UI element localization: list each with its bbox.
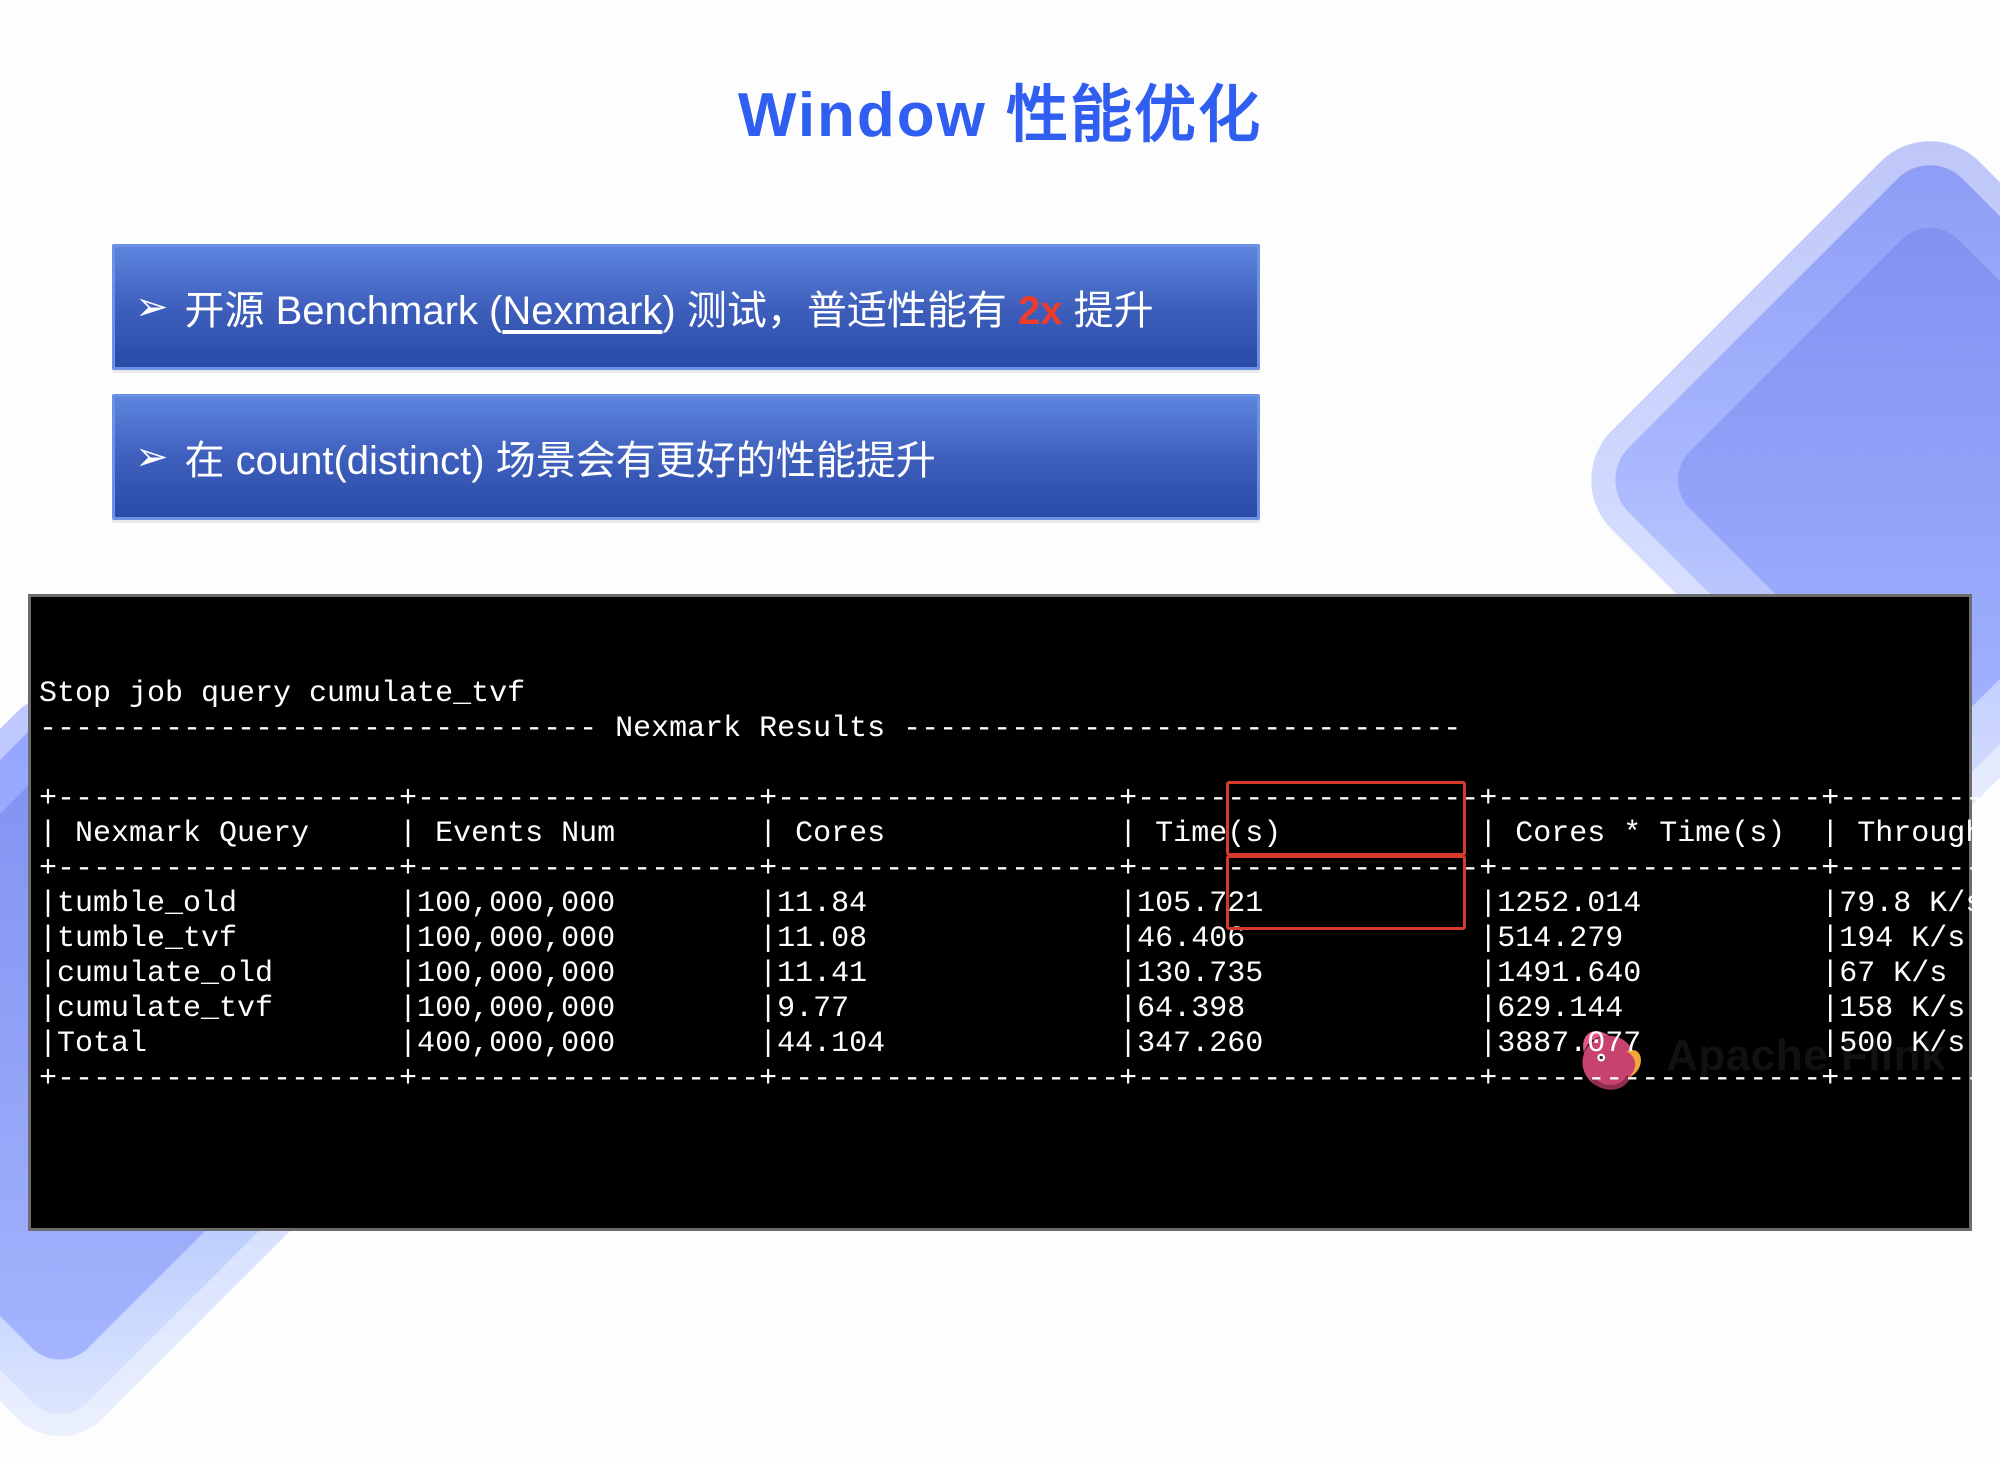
bullet1-post-a: ) 测试，普适性能有 bbox=[662, 289, 1018, 333]
bullet-arrow-icon: ➢ bbox=[135, 284, 169, 330]
terminal-text: Stop job query cumulate_tvf ------------… bbox=[39, 677, 1961, 1097]
bullet1-pre: 开源 Benchmark ( bbox=[185, 289, 503, 333]
bullet-text-2: 在 count(distinct) 场景会有更好的性能提升 bbox=[185, 428, 936, 486]
terminal-output: Stop job query cumulate_tvf ------------… bbox=[28, 594, 1972, 1231]
bullet-item-1: ➢ 开源 Benchmark (Nexmark) 测试，普适性能有 2x 提升 bbox=[112, 244, 1260, 370]
bullet-arrow-icon: ➢ bbox=[135, 434, 169, 480]
bullet1-highlight: 2x bbox=[1018, 289, 1063, 333]
bullet1-post-b: 提升 bbox=[1062, 289, 1153, 333]
bullet-text-1: 开源 Benchmark (Nexmark) 测试，普适性能有 2x 提升 bbox=[185, 278, 1154, 336]
bullet1-link: Nexmark bbox=[502, 289, 662, 333]
slide-title: Window 性能优化 bbox=[0, 64, 2000, 154]
bullet-item-2: ➢ 在 count(distinct) 场景会有更好的性能提升 bbox=[112, 394, 1260, 520]
